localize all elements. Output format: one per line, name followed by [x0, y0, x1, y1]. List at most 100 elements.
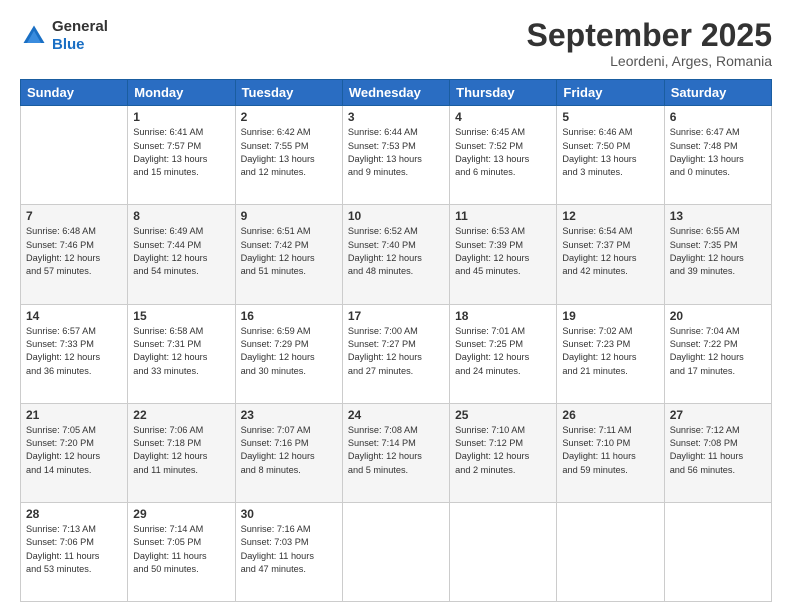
day-info: Sunrise: 7:16 AMSunset: 7:03 PMDaylight:… — [241, 523, 337, 576]
page: General Blue September 2025 Leordeni, Ar… — [0, 0, 792, 612]
day-number: 16 — [241, 309, 337, 323]
day-number: 21 — [26, 408, 122, 422]
month-title: September 2025 — [527, 18, 772, 53]
table-cell: 18Sunrise: 7:01 AMSunset: 7:25 PMDayligh… — [450, 304, 557, 403]
day-number: 9 — [241, 209, 337, 223]
day-info: Sunrise: 7:10 AMSunset: 7:12 PMDaylight:… — [455, 424, 551, 477]
day-info: Sunrise: 6:57 AMSunset: 7:33 PMDaylight:… — [26, 325, 122, 378]
day-info: Sunrise: 7:05 AMSunset: 7:20 PMDaylight:… — [26, 424, 122, 477]
header: General Blue September 2025 Leordeni, Ar… — [20, 18, 772, 69]
table-cell: 14 Sunrise: 6:57 AMSunset: 7:33 PMDayligh… — [21, 304, 128, 403]
day-number: 26 — [562, 408, 658, 422]
logo-blue: Blue — [52, 36, 85, 53]
table-cell: 7Sunrise: 6:48 AMSunset: 7:46 PMDaylight… — [21, 205, 128, 304]
table-cell: 13 Sunrise: 6:55 AMSunset: 7:35 PMDayligh… — [664, 205, 771, 304]
table-cell: 21 Sunrise: 7:05 AMSunset: 7:20 PMDayligh… — [21, 403, 128, 502]
col-friday: Friday — [557, 80, 664, 106]
table-cell — [557, 502, 664, 601]
day-number: 22 — [133, 408, 229, 422]
day-number: 30 — [241, 507, 337, 521]
table-cell: 12 Sunrise: 6:54 AMSunset: 7:37 PMDayligh… — [557, 205, 664, 304]
table-cell: 1Sunrise: 6:41 AMSunset: 7:57 PMDaylight… — [128, 106, 235, 205]
day-number: 12 — [562, 209, 658, 223]
day-info: Sunrise: 7:01 AMSunset: 7:25 PMDaylight:… — [455, 325, 551, 378]
table-cell: 16 Sunrise: 6:59 AMSunset: 7:29 PMDayligh… — [235, 304, 342, 403]
day-number: 15 — [133, 309, 229, 323]
day-number: 28 — [26, 507, 122, 521]
table-cell: 9 Sunrise: 6:51 AMSunset: 7:42 PMDaylight… — [235, 205, 342, 304]
logo: General Blue — [20, 18, 108, 54]
day-number: 3 — [348, 110, 444, 124]
day-info: Sunrise: 6:42 AMSunset: 7:55 PMDaylight:… — [241, 126, 337, 179]
table-cell — [450, 502, 557, 601]
day-number: 19 — [562, 309, 658, 323]
day-number: 27 — [670, 408, 766, 422]
day-info: Sunrise: 6:53 AMSunset: 7:39 PMDaylight:… — [455, 225, 551, 278]
calendar-table: Sunday Monday Tuesday Wednesday Thursday… — [20, 79, 772, 602]
table-cell: 25 Sunrise: 7:10 AMSunset: 7:12 PMDayligh… — [450, 403, 557, 502]
calendar-week-row: 1Sunrise: 6:41 AMSunset: 7:57 PMDaylight… — [21, 106, 772, 205]
day-number: 6 — [670, 110, 766, 124]
day-info: Sunrise: 7:14 AMSunset: 7:05 PMDaylight:… — [133, 523, 229, 576]
table-cell — [21, 106, 128, 205]
day-info: Sunrise: 7:12 AMSunset: 7:08 PMDaylight:… — [670, 424, 766, 477]
day-number: 24 — [348, 408, 444, 422]
day-number: 14 — [26, 309, 122, 323]
day-info: Sunrise: 6:51 AMSunset: 7:42 PMDaylight:… — [241, 225, 337, 278]
day-number: 8 — [133, 209, 229, 223]
table-cell: 10 Sunrise: 6:52 AMSunset: 7:40 PMDayligh… — [342, 205, 449, 304]
table-cell — [664, 502, 771, 601]
day-info: Sunrise: 6:58 AMSunset: 7:31 PMDaylight:… — [133, 325, 229, 378]
header-row: Sunday Monday Tuesday Wednesday Thursday… — [21, 80, 772, 106]
col-tuesday: Tuesday — [235, 80, 342, 106]
day-number: 10 — [348, 209, 444, 223]
day-info: Sunrise: 7:08 AMSunset: 7:14 PMDaylight:… — [348, 424, 444, 477]
day-number: 2 — [241, 110, 337, 124]
day-info: Sunrise: 6:55 AMSunset: 7:35 PMDaylight:… — [670, 225, 766, 278]
day-number: 11 — [455, 209, 551, 223]
day-info: Sunrise: 7:13 AMSunset: 7:06 PMDaylight:… — [26, 523, 122, 576]
table-cell: 29 Sunrise: 7:14 AMSunset: 7:05 PMDayligh… — [128, 502, 235, 601]
table-cell: 23 Sunrise: 7:07 AMSunset: 7:16 PMDayligh… — [235, 403, 342, 502]
col-monday: Monday — [128, 80, 235, 106]
day-number: 23 — [241, 408, 337, 422]
day-info: Sunrise: 6:46 AMSunset: 7:50 PMDaylight:… — [562, 126, 658, 179]
calendar-week-row: 7Sunrise: 6:48 AMSunset: 7:46 PMDaylight… — [21, 205, 772, 304]
day-info: Sunrise: 6:45 AMSunset: 7:52 PMDaylight:… — [455, 126, 551, 179]
day-number: 20 — [670, 309, 766, 323]
day-info: Sunrise: 7:07 AMSunset: 7:16 PMDaylight:… — [241, 424, 337, 477]
day-number: 7 — [26, 209, 122, 223]
day-info: Sunrise: 6:47 AMSunset: 7:48 PMDaylight:… — [670, 126, 766, 179]
col-saturday: Saturday — [664, 80, 771, 106]
table-cell: 6 Sunrise: 6:47 AMSunset: 7:48 PMDaylight… — [664, 106, 771, 205]
day-info: Sunrise: 6:44 AMSunset: 7:53 PMDaylight:… — [348, 126, 444, 179]
table-cell: 22 Sunrise: 7:06 AMSunset: 7:18 PMDayligh… — [128, 403, 235, 502]
day-info: Sunrise: 7:04 AMSunset: 7:22 PMDaylight:… — [670, 325, 766, 378]
day-info: Sunrise: 6:54 AMSunset: 7:37 PMDaylight:… — [562, 225, 658, 278]
table-cell: 26Sunrise: 7:11 AMSunset: 7:10 PMDayligh… — [557, 403, 664, 502]
table-cell: 15 Sunrise: 6:58 AMSunset: 7:31 PMDayligh… — [128, 304, 235, 403]
calendar-week-row: 14 Sunrise: 6:57 AMSunset: 7:33 PMDayligh… — [21, 304, 772, 403]
col-wednesday: Wednesday — [342, 80, 449, 106]
table-cell: 20 Sunrise: 7:04 AMSunset: 7:22 PMDayligh… — [664, 304, 771, 403]
table-cell: 5 Sunrise: 6:46 AMSunset: 7:50 PMDaylight… — [557, 106, 664, 205]
table-cell: 19 Sunrise: 7:02 AMSunset: 7:23 PMDayligh… — [557, 304, 664, 403]
col-sunday: Sunday — [21, 80, 128, 106]
day-number: 13 — [670, 209, 766, 223]
table-cell — [342, 502, 449, 601]
location: Leordeni, Arges, Romania — [527, 53, 772, 69]
day-info: Sunrise: 6:52 AMSunset: 7:40 PMDaylight:… — [348, 225, 444, 278]
table-cell: 4Sunrise: 6:45 AMSunset: 7:52 PMDaylight… — [450, 106, 557, 205]
table-cell: 8Sunrise: 6:49 AMSunset: 7:44 PMDaylight… — [128, 205, 235, 304]
day-info: Sunrise: 7:02 AMSunset: 7:23 PMDaylight:… — [562, 325, 658, 378]
day-number: 25 — [455, 408, 551, 422]
table-cell: 17Sunrise: 7:00 AMSunset: 7:27 PMDayligh… — [342, 304, 449, 403]
table-cell: 28 Sunrise: 7:13 AMSunset: 7:06 PMDayligh… — [21, 502, 128, 601]
day-info: Sunrise: 7:00 AMSunset: 7:27 PMDaylight:… — [348, 325, 444, 378]
day-number: 29 — [133, 507, 229, 521]
day-info: Sunrise: 7:06 AMSunset: 7:18 PMDaylight:… — [133, 424, 229, 477]
table-cell: 27 Sunrise: 7:12 AMSunset: 7:08 PMDayligh… — [664, 403, 771, 502]
day-info: Sunrise: 6:59 AMSunset: 7:29 PMDaylight:… — [241, 325, 337, 378]
calendar-week-row: 28 Sunrise: 7:13 AMSunset: 7:06 PMDayligh… — [21, 502, 772, 601]
day-number: 5 — [562, 110, 658, 124]
